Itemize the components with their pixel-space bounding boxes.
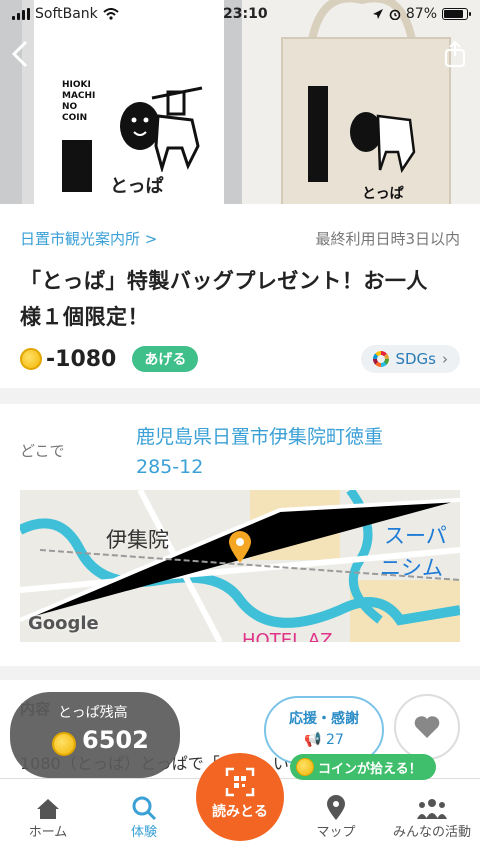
heart-icon: [414, 716, 440, 738]
coin-icon: [52, 732, 76, 756]
map-label-station: 伊集院: [106, 528, 169, 552]
search-icon: [132, 796, 157, 821]
address-link[interactable]: 鹿児島県日置市伊集院町徳重 285-12: [136, 422, 456, 482]
status-bar: SoftBank 23:10 87%: [0, 0, 480, 28]
hero-logo-panel: HIOKI MACHI NO COIN とっぱ: [34, 0, 224, 204]
back-button[interactable]: [10, 40, 40, 70]
shop-link[interactable]: 日置市観光案内所 >: [20, 228, 157, 249]
tab-map[interactable]: マップ: [288, 793, 384, 840]
balance-label: とっぱ残高: [58, 705, 128, 721]
screen: HIOKI MACHI NO COIN とっぱ とっぱ SoftBank 23:…: [0, 0, 480, 853]
logo-text: HIOKI MACHI NO COIN: [62, 80, 96, 123]
map-label-hotel: HOTEL AZ: [242, 630, 333, 642]
map-label-super: スーパ: [384, 524, 447, 548]
brand-name: とっぱ: [110, 176, 164, 197]
sdgs-button[interactable]: SDGs ›: [361, 345, 460, 373]
map-pin-icon: [327, 795, 345, 820]
battery-icon: [442, 8, 471, 20]
offer-price: -1080: [46, 346, 117, 372]
tab-activity[interactable]: みんなの活動: [384, 793, 480, 840]
scan-button[interactable]: 読みとる: [196, 753, 284, 841]
logo-bar: [62, 140, 92, 192]
map-view[interactable]: 伊集院 スーパ ニシム HOTEL AZ Google: [20, 490, 460, 642]
google-logo: Google: [28, 613, 99, 634]
coin-icon: [20, 348, 42, 370]
qr-scan-icon: [225, 767, 255, 797]
svg-text:とっぱ: とっぱ: [362, 185, 404, 202]
support-label: 応援・感謝: [289, 711, 359, 727]
share-button[interactable]: [442, 40, 470, 68]
last-used-label: 最終利用日時3日以内: [315, 230, 460, 248]
tab-home[interactable]: ホーム: [0, 793, 96, 840]
offer-card: 日置市観光案内所 > 最終利用日時3日以内 「とっぱ」特製バッグプレゼント！お一…: [0, 204, 480, 388]
chevron-right-icon: ›: [442, 350, 448, 368]
give-badge: あげる: [132, 346, 199, 372]
offer-title: 「とっぱ」特製バッグプレゼント！お一人 様１個限定！: [20, 269, 428, 329]
coin-icon: [296, 758, 314, 776]
carrier-label: SoftBank: [35, 6, 98, 22]
where-label: どこで: [20, 442, 65, 460]
map-pin-icon: [229, 531, 251, 563]
wifi-icon: [103, 8, 119, 20]
megaphone-icon: 📢: [304, 732, 322, 748]
sdgs-wheel-icon: [373, 351, 390, 367]
battery-percent: 87%: [405, 6, 437, 22]
sdgs-label: SDGs: [395, 350, 436, 368]
mascot-illustration: [120, 86, 203, 172]
share-icon: [444, 40, 466, 68]
balance-pill[interactable]: とっぱ残高 6502: [10, 692, 180, 778]
hero-image: HIOKI MACHI NO COIN とっぱ とっぱ: [0, 0, 480, 204]
favorite-button[interactable]: [394, 694, 460, 760]
signal-icon: [12, 8, 30, 20]
hero-pole: [0, 0, 22, 204]
location-card: どこで 鹿児島県日置市伊集院町徳重 285-12 伊集院 スーパ ニシム HOT…: [0, 404, 480, 666]
chevron-left-icon: [11, 40, 28, 68]
map-label-super: ニシム: [380, 556, 443, 580]
tab-bar: ホーム 体験 読みとる マップ みんなの活動: [0, 753, 480, 853]
coin-tip-badge: コインが拾える！: [290, 754, 436, 780]
location-icon: [372, 9, 383, 19]
people-icon: [417, 799, 447, 819]
clock: 23:10: [223, 6, 268, 22]
hero-bag-panel: とっぱ: [242, 0, 480, 204]
alarm-icon: [389, 9, 401, 20]
balance-amount: 6502: [82, 726, 149, 754]
hioki-coin-logo: HIOKI MACHI NO COIN とっぱ: [62, 80, 212, 197]
tab-experience[interactable]: 体験: [96, 793, 192, 840]
tote-bag-illustration: とっぱ: [281, 0, 451, 204]
home-icon: [37, 799, 59, 819]
support-count: 📢 27: [304, 732, 344, 748]
